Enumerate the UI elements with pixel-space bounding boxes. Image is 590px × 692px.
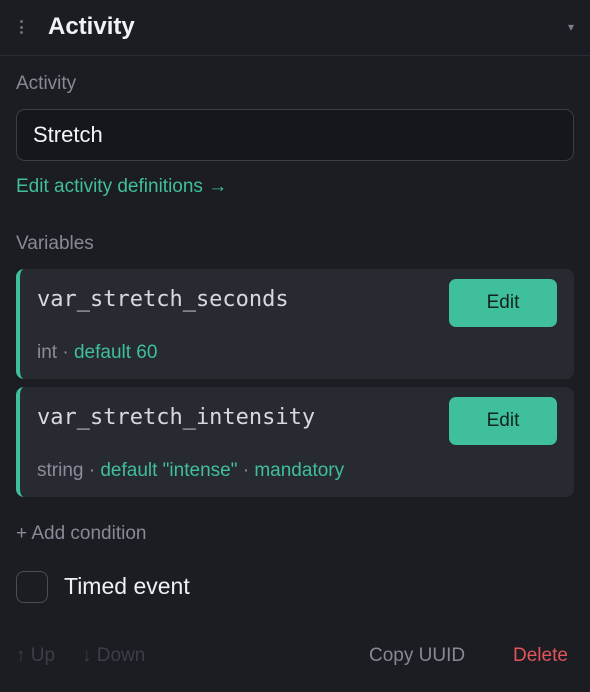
panel-header: Activity ▾ [0,0,590,56]
add-condition-button[interactable]: + Add condition [16,523,146,545]
timed-event-checkbox[interactable] [16,571,48,603]
variable-mandatory-flag: mandatory [254,460,345,481]
variables-label: Variables [16,233,94,254]
edit-variable-button[interactable]: Edit [449,279,557,327]
activity-input[interactable]: Stretch [16,109,574,161]
variable-name: var_stretch_seconds [37,287,289,312]
variable-meta: string · default "intense" · mandatory [37,460,344,482]
drag-handle-icon[interactable] [16,18,26,36]
meta-separator: · [242,460,250,481]
edit-activity-definitions-link[interactable]: Edit activity definitions → [16,176,227,198]
meta-separator: · [88,460,96,481]
move-up-button[interactable]: ↑ Up [16,645,55,667]
copy-uuid-button[interactable]: Copy UUID [369,645,465,667]
variable-default: default "intense" [100,460,238,481]
edit-variable-button[interactable]: Edit [449,397,557,445]
panel-title: Activity [48,13,135,40]
variable-type: string [37,460,84,481]
activity-panel: Activity ▾ Activity Stretch Edit activit… [0,0,590,692]
variable-name: var_stretch_intensity [37,405,316,430]
move-down-button[interactable]: ↓ Down [82,645,145,667]
activity-field-label: Activity [16,73,77,94]
variable-default: default 60 [73,342,158,363]
chevron-down-icon[interactable]: ▾ [568,18,574,36]
variable-card: var_stretch_seconds Edit int · default 6… [16,269,574,379]
variable-meta: int · default 60 [37,342,157,364]
delete-button[interactable]: Delete [513,645,568,667]
variable-type: int [37,342,58,363]
timed-event-label[interactable]: Timed event [64,573,190,600]
variable-card: var_stretch_intensity Edit string · defa… [16,387,574,497]
meta-separator: · [62,342,69,363]
